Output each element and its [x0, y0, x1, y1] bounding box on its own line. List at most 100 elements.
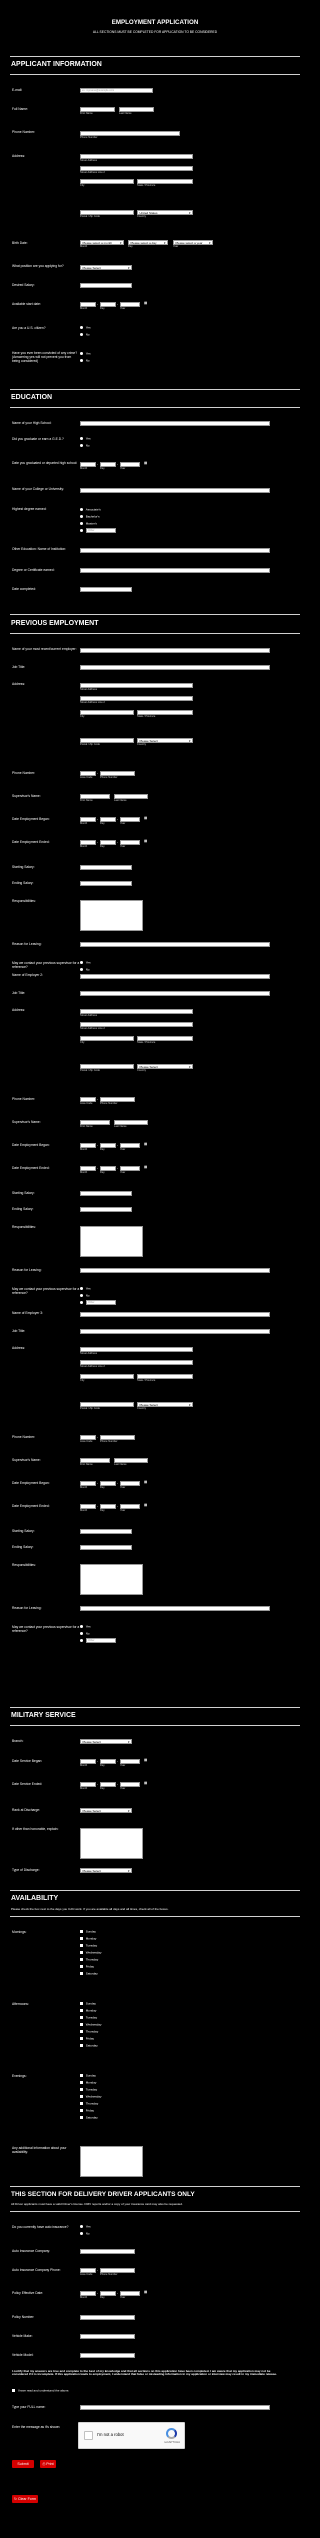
- employer2-contact-yes-radio[interactable]: Yes: [80, 1287, 91, 1291]
- high-school-field[interactable]: [80, 421, 270, 426]
- evenings-friday-checkbox[interactable]: Friday: [80, 2109, 94, 2113]
- citizen-no-radio[interactable]: No: [80, 333, 90, 337]
- birth-year-select[interactable]: Please select a year: [173, 240, 213, 246]
- employer3-contact-other-field[interactable]: Other: [86, 1638, 116, 1643]
- vehicle-make-field[interactable]: [80, 2334, 135, 2339]
- graduated-yes-radio[interactable]: Yes: [80, 437, 91, 441]
- convicted-yes-radio[interactable]: Yes: [80, 352, 91, 356]
- insurance-yes-radio[interactable]: Yes: [80, 2225, 91, 2229]
- mornings-wednesday-checkbox[interactable]: Wednesday: [80, 1951, 101, 1955]
- signature-name-field[interactable]: [80, 2405, 270, 2410]
- employer1-reason-field[interactable]: [80, 942, 270, 947]
- rank-select[interactable]: Please Select: [80, 1808, 132, 1814]
- submit-button[interactable]: Submit: [12, 2460, 34, 2468]
- degree-associates-radio[interactable]: Associate's: [80, 508, 101, 512]
- evenings-monday-checkbox[interactable]: Monday: [80, 2081, 96, 2085]
- mornings-saturday-checkbox[interactable]: Saturday: [80, 1972, 98, 1976]
- calendar-icon[interactable]: ▦: [144, 1781, 147, 1786]
- employer3-job-title-field[interactable]: [80, 1329, 270, 1334]
- calendar-icon[interactable]: ▦: [144, 301, 147, 306]
- employer3-contact-no-radio[interactable]: No: [80, 1632, 90, 1636]
- employer2-contact-other-field[interactable]: Other: [86, 1300, 116, 1305]
- captcha-widget[interactable]: I'm not a robot reCAPTCHA: [78, 2422, 185, 2449]
- certificate-field[interactable]: [80, 568, 270, 573]
- insurance-company-field[interactable]: [80, 2249, 135, 2254]
- graduated-no-radio[interactable]: No: [80, 444, 90, 448]
- employer2-job-title-field[interactable]: [80, 991, 270, 996]
- afternoons-wednesday-checkbox[interactable]: Wednesday: [80, 2023, 101, 2027]
- employer3-ending-salary-field[interactable]: [80, 1545, 132, 1550]
- mornings-tuesday-checkbox[interactable]: Tuesday: [80, 1944, 97, 1948]
- employer2-name-field[interactable]: [80, 974, 270, 979]
- discharge-explain-textarea[interactable]: [80, 1828, 143, 1859]
- employer3-reason-field[interactable]: [80, 1606, 270, 1611]
- date-completed-field[interactable]: [80, 587, 132, 592]
- employer1-name-field[interactable]: [80, 648, 270, 653]
- afternoons-monday-checkbox[interactable]: Monday: [80, 2009, 96, 2013]
- employer1-contact-no-radio[interactable]: No: [80, 968, 90, 972]
- employer1-contact-yes-radio[interactable]: Yes: [80, 961, 91, 965]
- degree-other-radio[interactable]: [80, 529, 86, 533]
- city-field[interactable]: [80, 179, 134, 184]
- college-field[interactable]: [80, 488, 270, 493]
- calendar-icon[interactable]: ▦: [144, 839, 147, 844]
- employer1-city-field[interactable]: [80, 710, 134, 715]
- afternoons-sunday-checkbox[interactable]: Sunday: [80, 2002, 96, 2006]
- calendar-icon[interactable]: ▦: [144, 1142, 147, 1147]
- evenings-wednesday-checkbox[interactable]: Wednesday: [80, 2095, 101, 2099]
- degree-other-field[interactable]: Other: [86, 528, 116, 533]
- calendar-icon[interactable]: ▦: [144, 1480, 147, 1485]
- employer1-starting-salary-field[interactable]: [80, 865, 132, 870]
- captcha-checkbox[interactable]: [84, 2431, 93, 2440]
- calendar-icon[interactable]: ▦: [144, 1758, 147, 1763]
- policy-number-field[interactable]: [80, 2315, 135, 2320]
- employer1-ending-salary-field[interactable]: [80, 881, 132, 886]
- calendar-icon[interactable]: ▦: [144, 461, 147, 466]
- employer2-responsibilities-textarea[interactable]: [80, 1226, 143, 1257]
- availability-additional-textarea[interactable]: [80, 2146, 143, 2177]
- mornings-monday-checkbox[interactable]: Monday: [80, 1937, 96, 1941]
- citizen-yes-radio[interactable]: Yes: [80, 326, 91, 330]
- salary-field[interactable]: [80, 283, 132, 288]
- degree-bachelors-radio[interactable]: Bachelor's: [80, 515, 100, 519]
- evenings-saturday-checkbox[interactable]: Saturday: [80, 2116, 98, 2120]
- employer2-reason-field[interactable]: [80, 1268, 270, 1273]
- convicted-no-radio[interactable]: No: [80, 359, 90, 363]
- employer2-ending-salary-field[interactable]: [80, 1207, 132, 1212]
- afternoons-friday-checkbox[interactable]: Friday: [80, 2037, 94, 2041]
- evenings-tuesday-checkbox[interactable]: Tuesday: [80, 2088, 97, 2092]
- afternoons-thursday-checkbox[interactable]: Thursday: [80, 2030, 98, 2034]
- mornings-thursday-checkbox[interactable]: Thursday: [80, 1958, 98, 1962]
- employer3-contact-yes-radio[interactable]: Yes: [80, 1625, 91, 1629]
- employer2-contact-other-radio[interactable]: [80, 1301, 86, 1305]
- position-select[interactable]: Please Select: [80, 265, 132, 271]
- employer3-responsibilities-textarea[interactable]: [80, 1564, 143, 1595]
- branch-select[interactable]: Please Select: [80, 1739, 132, 1745]
- calendar-icon[interactable]: ▦: [144, 2290, 147, 2295]
- calendar-icon[interactable]: ▦: [144, 1165, 147, 1170]
- clear-form-button[interactable]: ↻ Clear Form: [12, 2495, 38, 2503]
- afternoons-tuesday-checkbox[interactable]: Tuesday: [80, 2016, 97, 2020]
- degree-masters-radio[interactable]: Master's: [80, 522, 97, 526]
- employer3-name-field[interactable]: [80, 1312, 270, 1317]
- evenings-thursday-checkbox[interactable]: Thursday: [80, 2102, 98, 2106]
- discharge-type-select[interactable]: Please Select: [80, 1868, 132, 1874]
- employer3-contact-other-radio[interactable]: [80, 1639, 86, 1643]
- calendar-icon[interactable]: ▦: [144, 816, 147, 821]
- employer3-starting-salary-field[interactable]: [80, 1529, 132, 1534]
- afternoons-saturday-checkbox[interactable]: Saturday: [80, 2044, 98, 2048]
- employer2-contact-no-radio[interactable]: No: [80, 1294, 90, 1298]
- employer1-responsibilities-textarea[interactable]: [80, 900, 143, 931]
- insurance-no-radio[interactable]: No: [80, 2232, 90, 2236]
- calendar-icon[interactable]: ▦: [144, 1503, 147, 1508]
- employer1-job-title-field[interactable]: [80, 665, 270, 670]
- employer3-city-field[interactable]: [80, 1374, 134, 1379]
- email-field[interactable]: ex: myname@example.com: [80, 88, 153, 93]
- vehicle-model-field[interactable]: [80, 2353, 135, 2358]
- employer2-city-field[interactable]: [80, 1036, 134, 1041]
- agree-checkbox[interactable]: I have read and understand the above.: [12, 2389, 69, 2393]
- birth-day-select[interactable]: Please select a day: [128, 240, 168, 246]
- mornings-friday-checkbox[interactable]: Friday: [80, 1965, 94, 1969]
- print-button[interactable]: ⎙ Print: [40, 2460, 56, 2468]
- mornings-sunday-checkbox[interactable]: Sunday: [80, 1930, 96, 1934]
